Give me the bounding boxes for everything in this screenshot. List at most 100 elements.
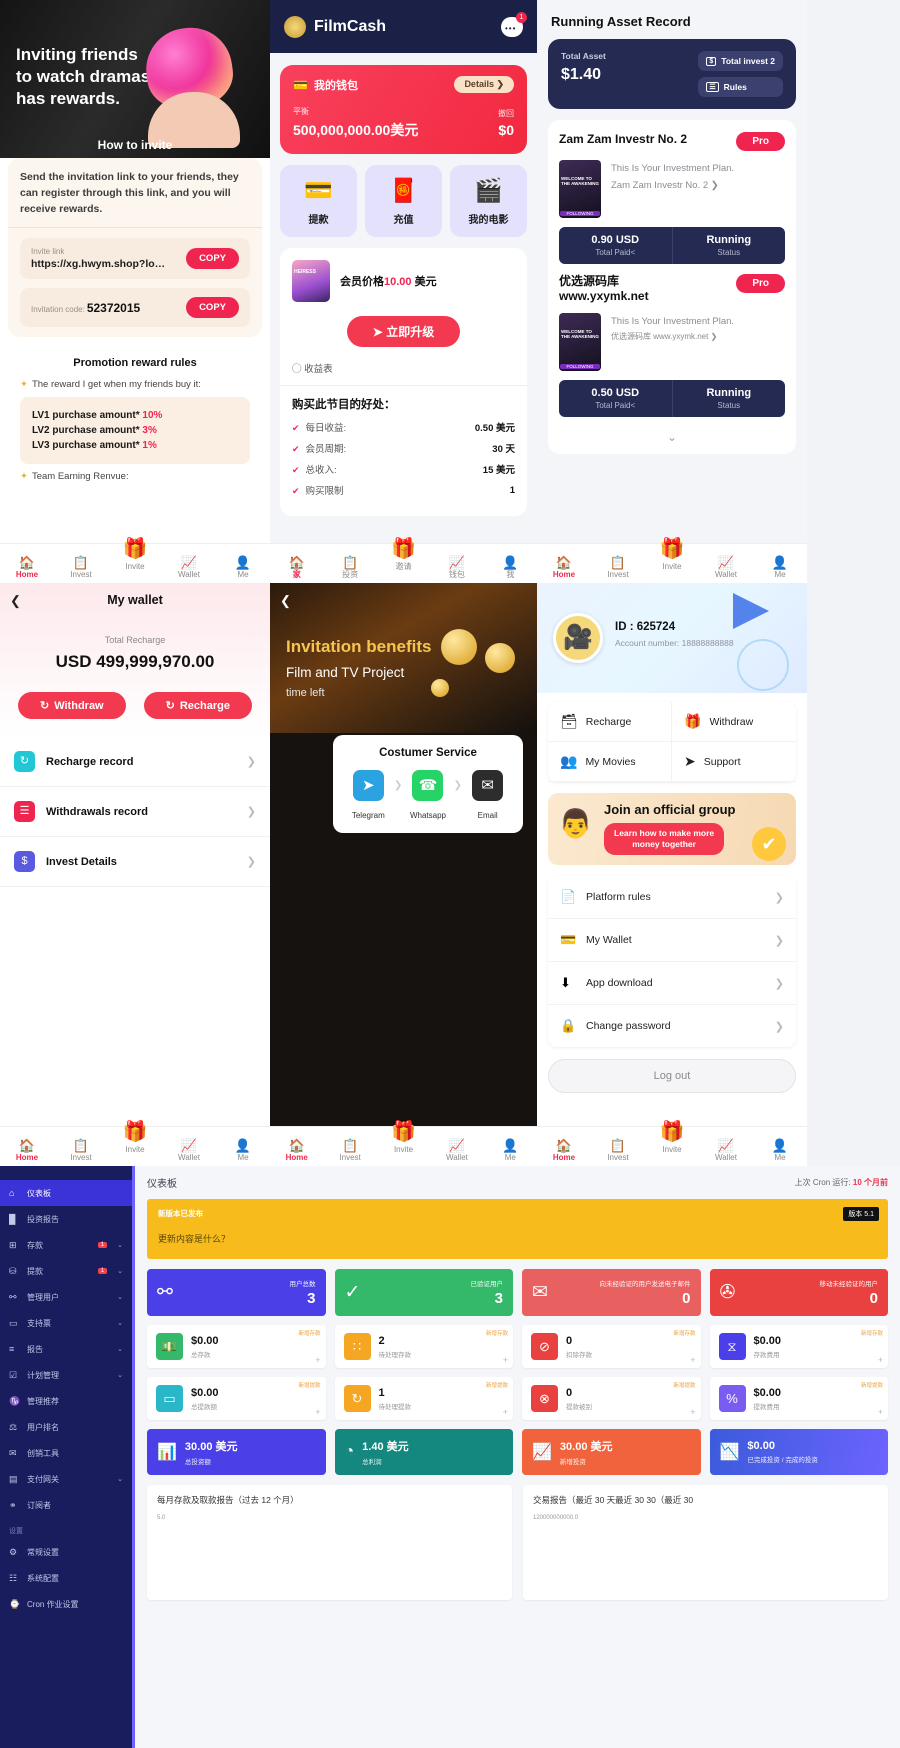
sidebar-item-withdraw[interactable]: ⛁ 提款 1 ⌄	[0, 1258, 132, 1284]
nav-invest[interactable]: 📋 Invest	[54, 1138, 108, 1163]
nav-me[interactable]: 👤 我	[484, 555, 537, 580]
nav-me[interactable]: 👤 Me	[484, 1138, 537, 1163]
card-total-profit[interactable]: ◔ 1.40 美元 总利润	[334, 1429, 513, 1475]
nav-invest[interactable]: 📋 Invest	[591, 555, 645, 580]
nav-wallet[interactable]: 📈 Wallet	[699, 555, 753, 580]
copy-code-button[interactable]: COPY	[186, 297, 239, 319]
plus-icon[interactable]: +	[315, 1407, 320, 1417]
plus-icon[interactable]: +	[878, 1355, 883, 1365]
wallet-details-button[interactable]: Details ❯	[454, 76, 514, 93]
nav-me[interactable]: 👤 Me	[216, 555, 270, 580]
sidebar-item-investment-report[interactable]: █ 投资报告	[0, 1206, 132, 1232]
nav-invest[interactable]: 📋 Invest	[591, 1138, 645, 1163]
plus-icon[interactable]: +	[878, 1407, 883, 1417]
nav-wallet[interactable]: 📈 Wallet	[162, 555, 216, 580]
pro-badge[interactable]: Pro	[736, 132, 785, 151]
plus-icon[interactable]: +	[503, 1407, 508, 1417]
card-rejected-withdraw[interactable]: ⊗ 0 提款被别 新增提款 +	[522, 1377, 701, 1420]
sidebar-item-manage-users[interactable]: ⚯ 管理用户 ⌄	[0, 1284, 132, 1310]
quick-recharge[interactable]: 🧧 充值	[365, 165, 442, 237]
sidebar-item-cron-settings[interactable]: ⌚ Cron 作业设置	[0, 1591, 132, 1617]
quick-withdraw[interactable]: 🎁 Withdraw	[672, 702, 796, 742]
card-pending-deposit[interactable]: ∷ 2 待处理存款 新增存款 +	[334, 1325, 513, 1368]
invest-details-row[interactable]: $ Invest Details ❯	[0, 837, 270, 887]
sidebar-item-dashboard[interactable]: ⌂ 仪表板	[0, 1180, 132, 1206]
back-button[interactable]: ❮	[280, 593, 291, 609]
card-withdraw-fee[interactable]: % $0.00 提款费用 新增提款 +	[709, 1377, 888, 1420]
sidebar-item-user-ranking[interactable]: ⚖ 用户排名	[0, 1414, 132, 1440]
sidebar-item-payment-gateway[interactable]: ▤ 支付网关 ⌄	[0, 1466, 132, 1492]
nav-invite[interactable]: 🎁 Invite	[108, 538, 162, 580]
card-total-withdraw[interactable]: ▭ $0.00 总提款额 新增提款 +	[147, 1377, 326, 1420]
quick-support[interactable]: ➤ Support	[672, 742, 796, 782]
quick-movies[interactable]: 🎬 我的电影	[450, 165, 527, 237]
copy-link-button[interactable]: COPY	[186, 248, 239, 270]
menu-app-download[interactable]: ⬇ App download ❯	[548, 962, 796, 1005]
menu-change-password[interactable]: 🔒 Change password ❯	[548, 1005, 796, 1047]
card-total-investment[interactable]: 📊 30.00 美元 总投资额	[147, 1429, 326, 1475]
sidebar-item-plan-management[interactable]: ☑ 计划管理 ⌄	[0, 1362, 132, 1388]
sidebar-item-reports[interactable]: ≡ 报告 ⌄	[0, 1336, 132, 1362]
sidebar-item-support-ticket[interactable]: ▭ 支持票 ⌄	[0, 1310, 132, 1336]
plus-icon[interactable]: +	[690, 1407, 695, 1417]
channel-email[interactable]: ✉ Email	[463, 770, 513, 823]
sidebar-item-system-config[interactable]: ☷ 系统配置	[0, 1565, 132, 1591]
nav-invite[interactable]: 🎁 Invite	[377, 1121, 430, 1163]
nav-invest[interactable]: 📋 投资	[323, 555, 376, 580]
nav-wallet[interactable]: 📈 钱包	[430, 555, 483, 580]
nav-wallet[interactable]: 📈 Wallet	[430, 1138, 483, 1163]
nav-home[interactable]: 🏠 Home	[270, 1138, 323, 1163]
card-total-deposit[interactable]: 💵 $0.00 总存款 新增存款 +	[147, 1325, 326, 1368]
menu-platform-rules[interactable]: 📄 Platform rules ❯	[548, 876, 796, 919]
nav-invite[interactable]: 🎁 Invite	[108, 1121, 162, 1163]
upgrade-button[interactable]: ➤ 立即升级	[346, 316, 461, 347]
back-button[interactable]: ❮	[10, 593, 21, 609]
plan-name[interactable]: 优选源码库 www.yxymk.net ❯	[611, 330, 734, 344]
sidebar-item-marketing-tools[interactable]: ✉ 创销工具	[0, 1440, 132, 1466]
logout-button[interactable]: Log out	[548, 1059, 796, 1093]
stat-card-verified-users[interactable]: ✓ 已验证用户 3	[334, 1269, 513, 1316]
nav-invest[interactable]: 📋 Invest	[323, 1138, 376, 1163]
sidebar-item-deposit[interactable]: ⊞ 存款 1 ⌄	[0, 1232, 132, 1258]
stat-card-total-users[interactable]: ⚯ 用户总数 3	[147, 1269, 326, 1316]
nav-home[interactable]: 🏠 Home	[537, 1138, 591, 1163]
plus-icon[interactable]: +	[503, 1355, 508, 1365]
nav-invest[interactable]: 📋 Invest	[54, 555, 108, 580]
nav-home[interactable]: 🏠 家	[270, 555, 323, 580]
earnings-table-link[interactable]: ◯ 收益表	[292, 361, 515, 375]
nav-wallet[interactable]: 📈 Wallet	[699, 1138, 753, 1163]
banner-button[interactable]: Learn how to make more money together	[604, 823, 725, 856]
nav-home[interactable]: 🏠 Home	[537, 555, 591, 580]
official-group-banner[interactable]: 👨 Join an official group Learn how to ma…	[548, 793, 796, 865]
rules-button[interactable]: ☰ Rules	[698, 77, 783, 97]
card-rejected-deposit[interactable]: ⊘ 0 扣除存款 新增存款 +	[522, 1325, 701, 1368]
nav-invite[interactable]: 🎁 邀请	[377, 538, 430, 580]
total-invest-button[interactable]: $ Total invest 2	[698, 51, 783, 71]
nav-wallet[interactable]: 📈 Wallet	[162, 1138, 216, 1163]
avatar[interactable]: 🎥	[553, 613, 603, 663]
quick-recharge[interactable]: 🗃 Recharge	[548, 702, 672, 742]
recharge-button[interactable]: ↻ Recharge	[143, 692, 252, 719]
plus-icon[interactable]: +	[690, 1355, 695, 1365]
stat-card-mobile-unverified[interactable]: ✇ 移动未经验证的用户 0	[709, 1269, 888, 1316]
plus-icon[interactable]: +	[315, 1355, 320, 1365]
nav-invite[interactable]: 🎁 Invite	[645, 538, 699, 580]
nav-me[interactable]: 👤 Me	[753, 555, 807, 580]
sidebar-item-subscribers[interactable]: ⚭ 订阅者	[0, 1492, 132, 1518]
stat-card-email-unverified[interactable]: ✉ 向未经验证的用户发送电子邮件 0	[522, 1269, 701, 1316]
chat-button[interactable]: ••• 1	[501, 11, 527, 37]
plan-name[interactable]: Zam Zam Investr No. 2 ❯	[611, 177, 734, 194]
card-pending-withdraw[interactable]: ↻ 1 待处理提款 新增提款 +	[334, 1377, 513, 1420]
channel-whatsapp[interactable]: ☎ Whatsapp	[403, 770, 453, 823]
card-deposit-fee[interactable]: ⧖ $0.00 存款费用 新增存款 +	[709, 1325, 888, 1368]
nav-home[interactable]: 🏠 Home	[0, 1138, 54, 1163]
nav-me[interactable]: 👤 Me	[753, 1138, 807, 1163]
nav-home[interactable]: 🏠 Home	[0, 555, 54, 580]
quick-my-movies[interactable]: 👥 My Movies	[548, 742, 672, 782]
sidebar-item-general-settings[interactable]: ⚙ 常规设置	[0, 1539, 132, 1565]
withdraw-button[interactable]: ↻ Withdraw	[18, 692, 126, 719]
expand-chevron-down-icon[interactable]: ⌄	[559, 427, 785, 446]
pro-badge[interactable]: Pro	[736, 274, 785, 293]
menu-my-wallet[interactable]: 💳 My Wallet ❯	[548, 919, 796, 962]
withdrawals-record-row[interactable]: ☰ Withdrawals record ❯	[0, 787, 270, 837]
